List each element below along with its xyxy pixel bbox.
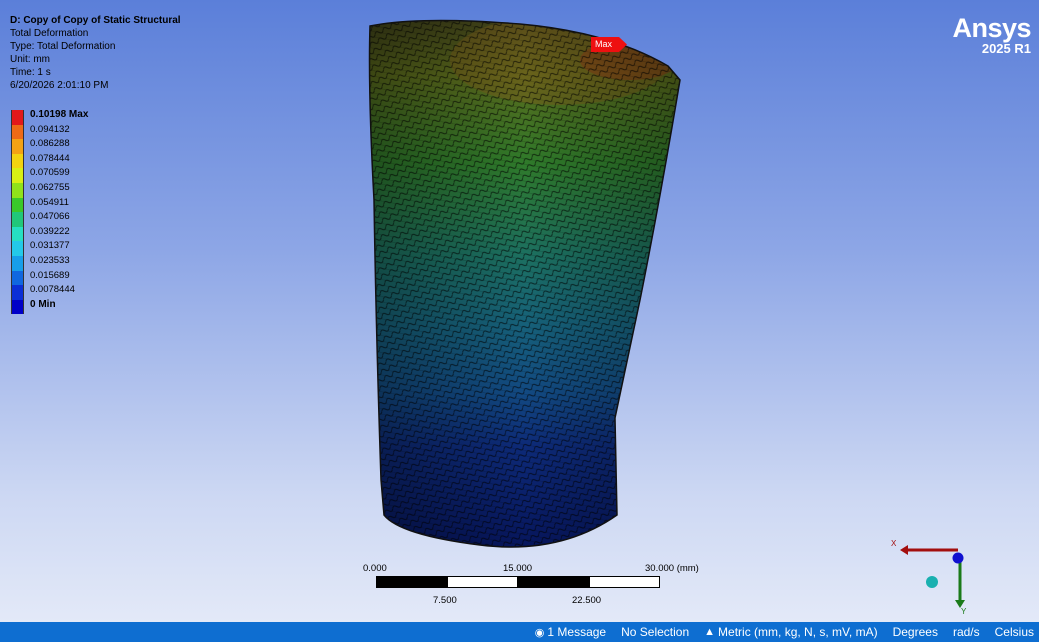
scale-bar: 0.000 15.000 30.000 (mm) 7.500 22.500: [363, 563, 723, 613]
scale-segment-3: [518, 576, 589, 588]
selection-status: No Selection: [621, 625, 689, 639]
temperature-unit[interactable]: Celsius: [995, 625, 1034, 639]
deformed-model[interactable]: [0, 0, 1039, 622]
scale-label-30: 30.000 (mm): [645, 563, 699, 574]
max-label-text: Max: [595, 39, 613, 49]
scale-segment-2: [447, 576, 518, 588]
angle-unit-text: Degrees: [892, 625, 938, 639]
coordinate-triad[interactable]: X Y: [880, 530, 980, 620]
angle-unit[interactable]: Degrees: [893, 625, 938, 639]
scale-label-22-5: 22.500: [572, 595, 602, 606]
scale-segment-1: [376, 576, 447, 588]
messages-indicator[interactable]: ◉ 1 Message: [535, 625, 606, 639]
unit-system-icon: ▲: [704, 626, 716, 638]
x-axis-label: X: [891, 539, 897, 548]
unit-system-text: Metric (mm, kg, N, s, mV, mA): [718, 625, 878, 639]
graphics-viewport[interactable]: D: Copy of Copy of Static Structural Tot…: [0, 0, 1039, 622]
status-bar: ◉ 1 Message No Selection ▲ Metric (mm, k…: [0, 622, 1039, 642]
messages-text: 1 Message: [547, 625, 607, 639]
angular-velocity-unit[interactable]: rad/s: [953, 625, 980, 639]
temperature-text: Celsius: [994, 625, 1034, 639]
scale-label-7-5: 7.500: [433, 595, 457, 606]
scale-segment-4: [589, 576, 660, 588]
selection-text: No Selection: [621, 625, 690, 639]
scale-label-15: 15.000: [503, 563, 533, 574]
angular-velocity-text: rad/s: [952, 625, 980, 639]
messages-icon: ◉: [534, 626, 545, 639]
scale-label-0: 0.000: [363, 563, 387, 574]
unit-system-selector[interactable]: ▲ Metric (mm, kg, N, s, mV, mA): [704, 625, 877, 639]
y-axis-label: Y: [961, 607, 967, 616]
